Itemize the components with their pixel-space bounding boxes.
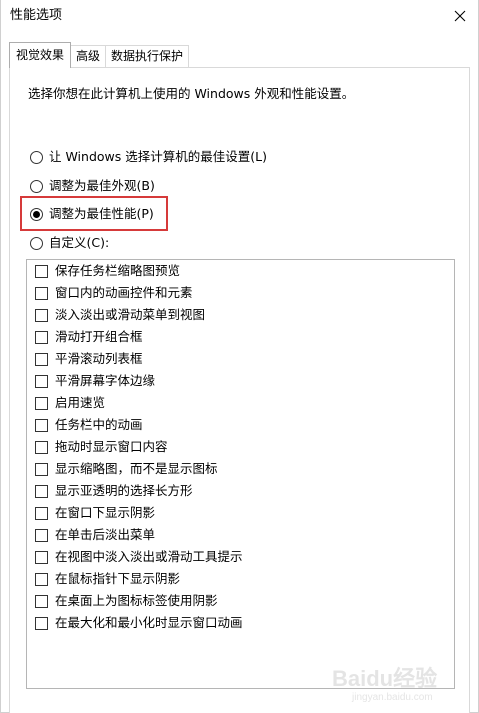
list-item-label: 显示亚透明的选择长方形 <box>55 483 193 498</box>
list-item[interactable]: 启用速览 <box>35 394 105 412</box>
radio-best-appearance[interactable]: 调整为最佳外观(B) <box>30 177 155 195</box>
radio-custom[interactable]: 自定义(C): <box>30 234 109 252</box>
checkbox[interactable] <box>35 616 48 630</box>
list-item[interactable]: 在最大化和最小化时显示窗口动画 <box>35 614 243 632</box>
list-item[interactable]: 窗口内的动画控件和元素 <box>35 284 193 302</box>
list-item-label: 在桌面上为图标标签使用阴影 <box>55 593 218 608</box>
radio-label: 让 Windows 选择计算机的最佳设置(L) <box>49 149 267 164</box>
tab-advanced[interactable]: 高级 <box>70 45 107 68</box>
performance-options-dialog: 性能选项 视觉效果 高级 数据执行保护 选择你想在此计算机上使用的 Window… <box>0 0 479 713</box>
checkbox[interactable] <box>35 352 48 366</box>
list-item[interactable]: 在鼠标指针下显示阴影 <box>35 570 180 588</box>
checkbox[interactable] <box>35 374 48 388</box>
checkbox[interactable] <box>35 572 48 586</box>
list-item-label: 在窗口下显示阴影 <box>55 505 156 520</box>
list-item-label: 平滑滚动列表框 <box>55 351 143 366</box>
list-item-label: 保存任务栏缩略图预览 <box>55 263 181 278</box>
close-button[interactable] <box>442 0 478 32</box>
list-item-label: 滑动打开组合框 <box>55 329 143 344</box>
title-bar[interactable]: 性能选项 <box>1 0 478 32</box>
list-item-label: 拖动时显示窗口内容 <box>55 439 168 454</box>
baidu-logo-icon: Baidu经验 jingyan.baidu.com <box>332 666 437 703</box>
checkbox[interactable] <box>35 506 48 520</box>
list-item-label: 显示缩略图，而不是显示图标 <box>55 461 218 476</box>
tab-strip: 视觉效果 高级 数据执行保护 <box>9 42 190 68</box>
list-item[interactable]: 在单击后淡出菜单 <box>35 526 155 544</box>
list-item-label: 在鼠标指针下显示阴影 <box>55 571 181 586</box>
list-item[interactable]: 保存任务栏缩略图预览 <box>35 262 180 280</box>
watermark-text: Baidu经验 <box>332 666 437 691</box>
checkbox[interactable] <box>35 308 48 322</box>
checkbox[interactable] <box>35 286 48 300</box>
list-item[interactable]: 滑动打开组合框 <box>35 328 143 346</box>
radio-button[interactable] <box>30 150 43 164</box>
list-item[interactable]: 在桌面上为图标标签使用阴影 <box>35 592 218 610</box>
list-item-label: 任务栏中的动画 <box>55 417 143 432</box>
list-item-label: 在最大化和最小化时显示窗口动画 <box>55 615 243 630</box>
list-item-label: 启用速览 <box>55 395 106 410</box>
checkbox[interactable] <box>35 396 48 410</box>
list-item-label: 窗口内的动画控件和元素 <box>55 285 193 300</box>
red-highlight-annotation <box>20 196 168 231</box>
checkbox[interactable] <box>35 594 48 608</box>
list-item[interactable]: 平滑滚动列表框 <box>35 350 143 368</box>
list-item-label: 淡入淡出或滑动菜单到视图 <box>55 307 206 322</box>
checkbox[interactable] <box>35 264 48 278</box>
list-item-label: 平滑屏幕字体边缘 <box>55 373 156 388</box>
checkbox[interactable] <box>35 528 48 542</box>
tab-visual-effects[interactable]: 视觉效果 <box>9 42 72 68</box>
list-item[interactable]: 显示缩略图，而不是显示图标 <box>35 460 218 478</box>
list-item[interactable]: 任务栏中的动画 <box>35 416 143 434</box>
list-item[interactable]: 拖动时显示窗口内容 <box>35 438 168 456</box>
checkbox[interactable] <box>35 330 48 344</box>
radio-button[interactable] <box>30 179 43 193</box>
list-item[interactable]: 显示亚透明的选择长方形 <box>35 482 193 500</box>
checkbox[interactable] <box>35 484 48 498</box>
checkbox[interactable] <box>35 462 48 476</box>
list-item[interactable]: 在窗口下显示阴影 <box>35 504 155 522</box>
visual-effects-panel: 选择你想在此计算机上使用的 Windows 外观和性能设置。 让 Windows… <box>9 67 470 713</box>
list-item[interactable]: 平滑屏幕字体边缘 <box>35 372 155 390</box>
radio-button[interactable] <box>30 236 43 250</box>
list-item-label: 在单击后淡出菜单 <box>55 527 156 542</box>
checkbox[interactable] <box>35 550 48 564</box>
checkbox[interactable] <box>35 440 48 454</box>
window-title: 性能选项 <box>10 8 63 23</box>
radio-label: 自定义(C): <box>49 235 110 250</box>
radio-label: 调整为最佳外观(B) <box>49 178 155 193</box>
tab-data-execution-prevention[interactable]: 数据执行保护 <box>105 45 190 68</box>
watermark-subtext: jingyan.baidu.com <box>351 692 433 703</box>
close-icon <box>454 10 466 22</box>
list-item[interactable]: 淡入淡出或滑动菜单到视图 <box>35 306 205 324</box>
radio-let-windows-choose[interactable]: 让 Windows 选择计算机的最佳设置(L) <box>30 148 267 166</box>
baidu-watermark: Baidu经验 jingyan.baidu.com <box>330 660 470 708</box>
list-item-label: 在视图中淡入淡出或滑动工具提示 <box>55 549 243 564</box>
visual-effects-list[interactable]: 保存任务栏缩略图预览 窗口内的动画控件和元素 淡入淡出或滑动菜单到视图 滑动打开… <box>26 259 455 689</box>
description-text: 选择你想在此计算机上使用的 Windows 外观和性能设置。 <box>28 86 355 101</box>
checkbox[interactable] <box>35 418 48 432</box>
list-item[interactable]: 在视图中淡入淡出或滑动工具提示 <box>35 548 243 566</box>
